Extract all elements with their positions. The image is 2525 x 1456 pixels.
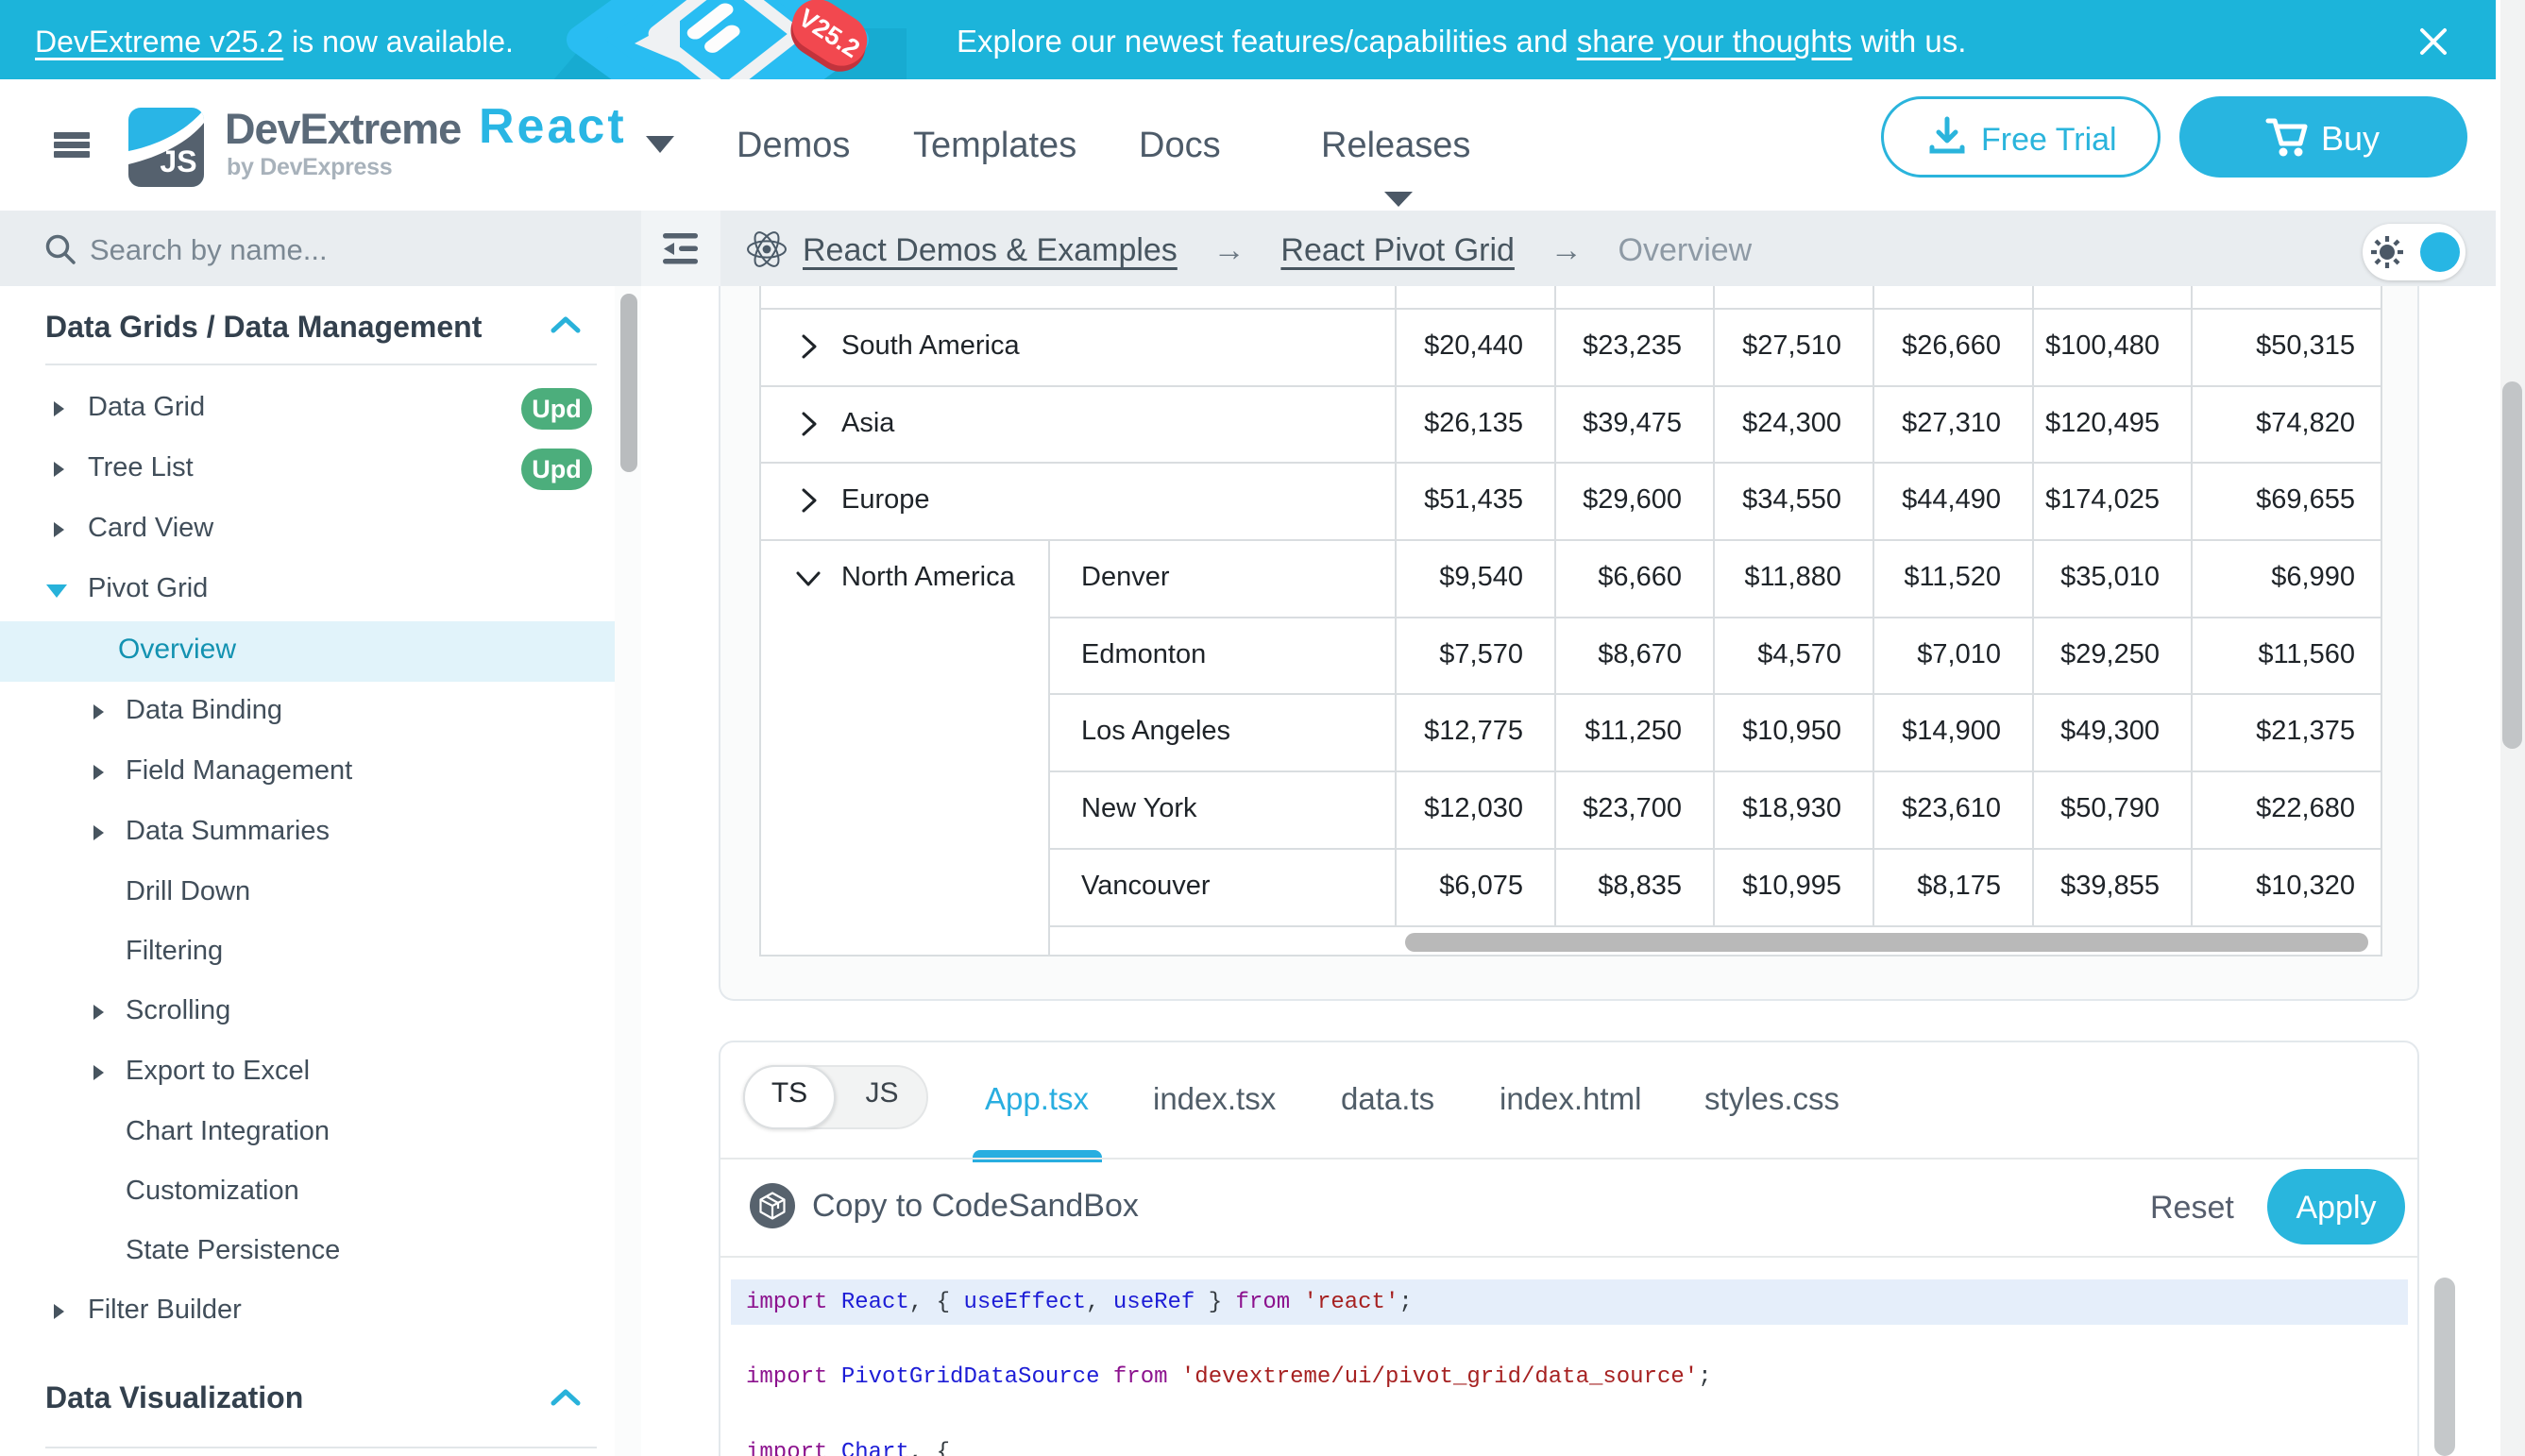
svg-text:JS: JS [160, 144, 196, 178]
